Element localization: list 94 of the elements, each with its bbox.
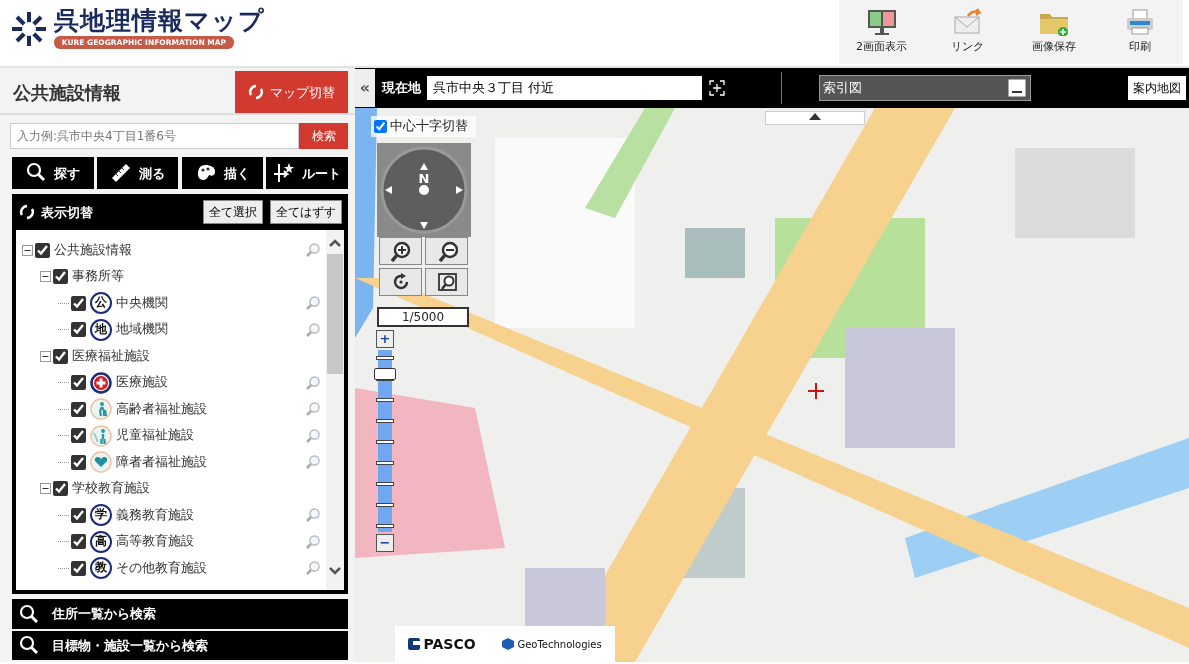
checkbox[interactable] — [71, 454, 86, 470]
index-map-title: 索引図 — [822, 79, 862, 98]
layer-label: 障者者福祉施設 — [116, 452, 208, 471]
checkbox[interactable] — [53, 348, 68, 364]
category-badge: 学 — [90, 504, 112, 526]
checkbox[interactable] — [71, 375, 86, 390]
layer-label: 中央機関 — [116, 293, 169, 312]
checkbox[interactable] — [53, 269, 68, 284]
collapse-icon[interactable] — [40, 483, 51, 494]
search-icon — [18, 635, 39, 656]
search-field[interactable]: 入力例:呉市中央4丁目1番6号 — [10, 123, 299, 150]
checkbox[interactable] — [71, 401, 86, 417]
layer-label: 医療福祉施設 — [72, 346, 151, 365]
reset-button[interactable] — [379, 268, 422, 297]
checkbox[interactable] — [35, 242, 50, 258]
zoom-area-icon — [435, 271, 458, 294]
scale-label: 1/5000 — [377, 307, 469, 327]
compass-control[interactable]: N — [377, 143, 471, 237]
checkbox[interactable] — [71, 428, 86, 443]
layer-label: 義務教育施設 — [116, 505, 195, 524]
zoom-in-button[interactable] — [379, 237, 422, 265]
checkbox[interactable] — [374, 119, 387, 133]
center-crosshair-icon — [808, 383, 824, 399]
toolbar-button[interactable]: リンク — [924, 0, 1011, 64]
minimize-icon[interactable] — [1008, 79, 1027, 97]
route-icon — [273, 162, 296, 185]
collapse-panel-button[interactable]: « — [355, 69, 375, 107]
toolbar-button[interactable]: 画像保存 — [1010, 0, 1097, 64]
scrollbar-thumb[interactable] — [327, 254, 343, 375]
collapse-icon[interactable] — [40, 271, 51, 282]
search-list-button[interactable]: 目標物・施設一覧から検索 — [12, 630, 348, 660]
category-badge: 高 — [90, 530, 112, 553]
zoom-area-button[interactable] — [425, 268, 469, 297]
layer-label: 児童福祉施設 — [116, 426, 195, 445]
checkbox[interactable] — [71, 507, 86, 523]
layer-label: 公共施設情報 — [54, 240, 133, 259]
monitor-icon — [865, 8, 898, 37]
brand-name: GeoTechnologies — [517, 637, 602, 652]
tool-button[interactable]: ルート — [266, 157, 348, 190]
layer-label: その他教育施設 — [116, 558, 208, 577]
search-icon — [18, 603, 39, 624]
category-badge: 地 — [90, 318, 112, 341]
collapse-icon[interactable] — [40, 350, 51, 362]
search-button[interactable]: 検索 — [299, 123, 348, 150]
layer-label: 事務所等 — [72, 267, 125, 286]
deselect-all-button[interactable]: 全てはずす — [269, 200, 342, 225]
layer-label: 医療施設 — [116, 373, 169, 392]
layers-title: 表示切替 — [41, 203, 94, 222]
logo-icon — [408, 638, 421, 650]
location-field[interactable]: 呉市中央３丁目 付近 — [427, 76, 702, 100]
zoom-out-button[interactable] — [425, 237, 469, 265]
search-list-button[interactable]: 住所一覧から検索 — [12, 599, 348, 629]
map-switch-button[interactable]: マップ切替 — [234, 71, 348, 114]
location-label: 現在地 — [381, 79, 421, 98]
child-figure-icon — [90, 424, 112, 447]
collapse-icon[interactable] — [22, 244, 33, 256]
scroll-up-icon[interactable] — [328, 238, 342, 249]
brand-name: PASCO — [423, 634, 476, 654]
category-badge: 教 — [90, 557, 112, 579]
tool-button[interactable]: 測る — [96, 157, 179, 190]
index-map-tab[interactable] — [765, 111, 865, 125]
panel-title: 公共施設情報 — [12, 80, 121, 105]
zoom-minus-button[interactable]: − — [376, 534, 394, 552]
zoom-in-icon — [389, 240, 412, 262]
toolbar-button[interactable]: 2画面表示 — [838, 0, 925, 64]
zoom-plus-button[interactable]: + — [376, 330, 394, 348]
checkbox[interactable] — [71, 295, 86, 311]
checkbox[interactable] — [53, 481, 68, 496]
crosshair-icon[interactable] — [708, 80, 725, 96]
layer-label: 地域機関 — [116, 320, 169, 339]
checkbox[interactable] — [71, 322, 86, 337]
guide-map-button[interactable]: 案内地図 — [1127, 76, 1186, 100]
medical-cross-icon — [90, 371, 112, 394]
checkbox-label: 中心十字切替 — [390, 117, 469, 135]
category-badge: 公 — [90, 292, 112, 314]
layer-label: 高等教育施設 — [116, 532, 195, 551]
tool-button[interactable]: 探す — [12, 157, 94, 190]
collapse-arrow-icon — [808, 112, 822, 120]
envelope-icon — [951, 8, 984, 37]
toolbar-button[interactable]: 印刷 — [1096, 0, 1183, 64]
checkbox[interactable] — [71, 560, 86, 576]
layer-label: 学校教育施設 — [72, 479, 151, 498]
refresh-icon — [247, 84, 264, 101]
zoom-slider-thumb[interactable] — [374, 367, 396, 380]
tool-button[interactable]: 描く — [181, 157, 264, 190]
logo-icon — [502, 638, 515, 650]
refresh-icon — [18, 204, 35, 221]
checkbox[interactable] — [71, 534, 86, 549]
elderly-person-icon — [90, 398, 112, 420]
logo-title: 呉地理情報マップ — [53, 7, 265, 33]
scroll-down-icon[interactable] — [328, 566, 342, 577]
layer-label: 高齢者福祉施設 — [116, 399, 208, 418]
ruler-icon — [110, 162, 133, 185]
select-all-button[interactable]: 全て選択 — [203, 200, 263, 225]
